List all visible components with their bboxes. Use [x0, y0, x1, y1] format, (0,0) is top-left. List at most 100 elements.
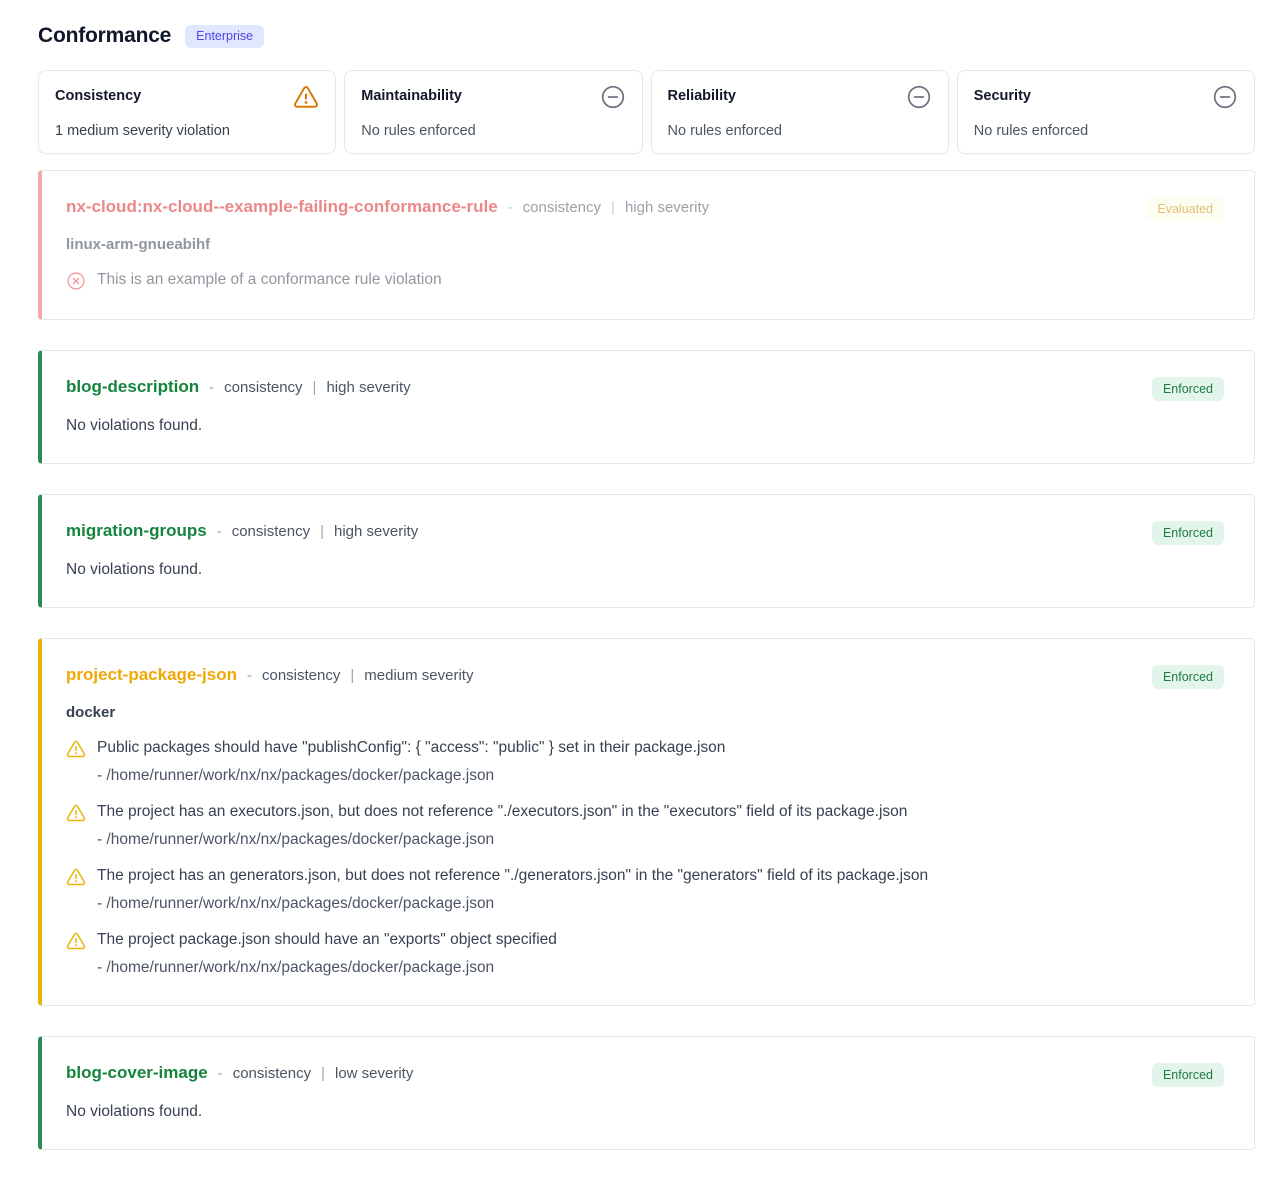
separator-dash: - [209, 379, 214, 396]
category-title: Security [974, 84, 1031, 104]
warning-triangle-icon [66, 739, 86, 759]
rule-status-badge: Enforced [1152, 521, 1224, 545]
warning-triangle-icon [66, 931, 86, 951]
rule-status-badge: Evaluated [1146, 197, 1224, 221]
category-status: 1 medium severity violation [55, 123, 319, 139]
category-status: No rules enforced [668, 123, 932, 139]
rule-card-blog-cover-image: blog-cover-image - consistency | low sev… [38, 1036, 1255, 1150]
rule-name-link[interactable]: blog-cover-image [66, 1063, 208, 1083]
separator-dash: - [218, 1065, 223, 1082]
violation-file-path: - /home/runner/work/nx/nx/packages/docke… [97, 767, 1230, 785]
rule-category: consistency [233, 1065, 311, 1082]
separator-pipe: | [321, 1065, 325, 1082]
category-card-consistency: Consistency 1 medium severity violation [38, 70, 336, 154]
category-card-header: Consistency [55, 84, 319, 110]
rule-project-name: docker [66, 704, 1230, 721]
rule-status-badge: Enforced [1152, 1063, 1224, 1087]
rule-severity: high severity [625, 199, 709, 216]
warning-triangle-icon [293, 84, 319, 110]
rule-card-content: nx-cloud:nx-cloud--example-failing-confo… [66, 197, 1230, 291]
rule-category: consistency [262, 667, 340, 684]
violation-file-path: - /home/runner/work/nx/nx/packages/docke… [97, 831, 1230, 849]
rule-header: blog-description - consistency | high se… [66, 377, 1230, 397]
rule-meta: consistency | high severity [232, 523, 419, 540]
rule-severity: medium severity [364, 667, 473, 684]
violation-message: This is an example of a conformance rule… [97, 270, 442, 291]
violation-file-path: - /home/runner/work/nx/nx/packages/docke… [97, 959, 1230, 977]
rule-meta: consistency | low severity [233, 1065, 414, 1082]
category-card-header: Reliability [668, 84, 932, 110]
rule-status-badge: Enforced [1152, 665, 1224, 689]
rule-card-nx-cloud-nx-cloud--example-failing-conformance-rule: nx-cloud:nx-cloud--example-failing-confo… [38, 170, 1255, 320]
rule-severity: low severity [335, 1065, 413, 1082]
category-title: Reliability [668, 84, 737, 104]
separator-dash: - [247, 667, 252, 684]
category-card-header: Security [974, 84, 1238, 110]
warning-triangle-icon [66, 803, 86, 823]
category-card-reliability: Reliability No rules enforced [651, 70, 949, 154]
rule-header: migration-groups - consistency | high se… [66, 521, 1230, 541]
warning-triangle-icon [66, 867, 86, 887]
rule-card-migration-groups: migration-groups - consistency | high se… [38, 494, 1255, 608]
conformance-rules-list: nx-cloud:nx-cloud--example-failing-confo… [38, 170, 1255, 1150]
no-violations-message: No violations found. [66, 417, 1230, 435]
rule-name-link[interactable]: project-package-json [66, 665, 237, 685]
violation-item: This is an example of a conformance rule… [66, 270, 1230, 291]
violation-item: The project package.json should have an … [66, 930, 1230, 977]
minus-circle-icon [906, 84, 932, 110]
rule-header: blog-cover-image - consistency | low sev… [66, 1063, 1230, 1083]
rule-severity: high severity [334, 523, 418, 540]
rule-name-link[interactable]: nx-cloud:nx-cloud--example-failing-confo… [66, 197, 498, 217]
rule-name-link[interactable]: blog-description [66, 377, 199, 397]
rule-status-badge: Enforced [1152, 377, 1224, 401]
rule-severity: high severity [326, 379, 410, 396]
category-card-security: Security No rules enforced [957, 70, 1255, 154]
violation-message: The project has an generators.json, but … [97, 866, 928, 887]
minus-circle-icon [1212, 84, 1238, 110]
x-circle-icon [66, 271, 86, 291]
rule-card-blog-description: blog-description - consistency | high se… [38, 350, 1255, 464]
page-title: Conformance [38, 24, 171, 48]
category-status: No rules enforced [974, 123, 1238, 139]
category-summary-row: Consistency 1 medium severity violation … [38, 70, 1255, 154]
rule-card-content: blog-cover-image - consistency | low sev… [66, 1063, 1230, 1121]
category-status: No rules enforced [361, 123, 625, 139]
violation-message: The project package.json should have an … [97, 930, 557, 951]
separator-pipe: | [350, 667, 354, 684]
rule-category: consistency [232, 523, 310, 540]
page-header: Conformance Enterprise [38, 24, 1255, 48]
separator-dash: - [508, 199, 513, 216]
rule-header: nx-cloud:nx-cloud--example-failing-confo… [66, 197, 1230, 217]
rule-card-content: project-package-json - consistency | med… [66, 665, 1230, 977]
rule-meta: consistency | high severity [523, 199, 710, 216]
conformance-page: Conformance Enterprise Consistency 1 med… [0, 0, 1287, 1190]
rule-category: consistency [224, 379, 302, 396]
violation-file-path: - /home/runner/work/nx/nx/packages/docke… [97, 895, 1230, 913]
separator-pipe: | [313, 379, 317, 396]
rule-card-content: blog-description - consistency | high se… [66, 377, 1230, 435]
category-card-maintainability: Maintainability No rules enforced [344, 70, 642, 154]
violation-item: Public packages should have "publishConf… [66, 738, 1230, 785]
rule-meta: consistency | medium severity [262, 667, 473, 684]
violation-item: The project has an executors.json, but d… [66, 802, 1230, 849]
category-card-header: Maintainability [361, 84, 625, 110]
enterprise-plan-badge: Enterprise [185, 25, 264, 48]
minus-circle-icon [600, 84, 626, 110]
category-title: Maintainability [361, 84, 462, 104]
violation-message: Public packages should have "publishConf… [97, 738, 725, 759]
rule-card-content: migration-groups - consistency | high se… [66, 521, 1230, 579]
rule-meta: consistency | high severity [224, 379, 411, 396]
violation-message: The project has an executors.json, but d… [97, 802, 907, 823]
separator-dash: - [217, 523, 222, 540]
rule-category: consistency [523, 199, 601, 216]
rule-card-project-package-json: project-package-json - consistency | med… [38, 638, 1255, 1006]
rule-name-link[interactable]: migration-groups [66, 521, 207, 541]
no-violations-message: No violations found. [66, 1103, 1230, 1121]
rule-header: project-package-json - consistency | med… [66, 665, 1230, 685]
violation-item: The project has an generators.json, but … [66, 866, 1230, 913]
separator-pipe: | [611, 199, 615, 216]
rule-project-name: linux-arm-gnueabihf [66, 236, 1230, 253]
category-title: Consistency [55, 84, 141, 104]
separator-pipe: | [320, 523, 324, 540]
no-violations-message: No violations found. [66, 561, 1230, 579]
